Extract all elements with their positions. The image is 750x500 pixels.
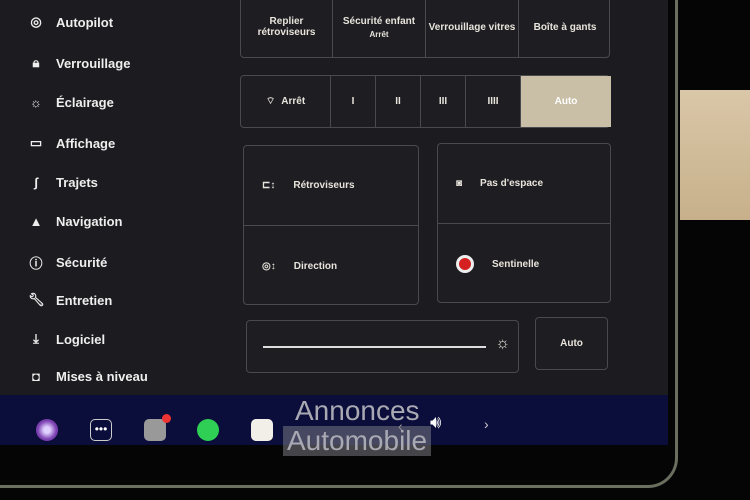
- wood-trim: [680, 90, 750, 220]
- screen-bezel: [0, 0, 678, 488]
